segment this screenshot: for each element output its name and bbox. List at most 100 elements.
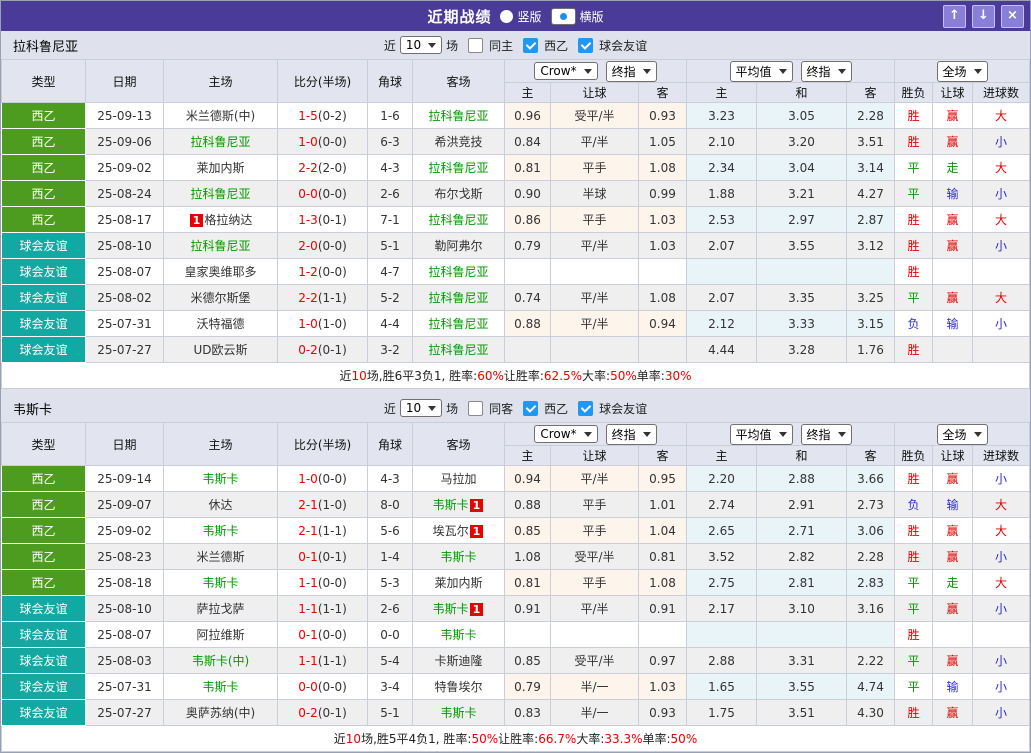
corner-cell: 1-4 [367, 543, 413, 570]
match-type-badge: 西乙 [1, 102, 86, 129]
period-select[interactable]: 全场 [936, 60, 988, 82]
avg-group-header: 平均值 终指 [685, 59, 896, 83]
match-count-select[interactable]: 10 [399, 36, 443, 54]
odds-cell: 平手 [550, 517, 639, 544]
result-cell: 赢 [932, 543, 974, 570]
score-cell: 1-1(1-1) [277, 647, 368, 674]
match-type-badge: 西乙 [1, 154, 86, 181]
result-cell: 胜 [894, 517, 934, 544]
corner-cell: 5-1 [367, 699, 413, 726]
score-cell: 1-1(0-0) [277, 569, 368, 596]
layout-horizontal-option[interactable]: 横版 [550, 7, 604, 25]
filter-controls: 近 10 场 同客 西乙 球会友谊 [384, 399, 647, 417]
odds-cell: 平/半 [550, 128, 639, 155]
home-team-name: 韦斯卡 [202, 680, 239, 694]
avg-odds-cell: 2.28 [845, 102, 896, 129]
team-name: 拉科鲁尼亚 [13, 39, 79, 55]
match-row: 西乙 25-08-18 韦斯卡 1-1(0-0) 5-3 莱加内斯 0.81 平手 1.08 2.… [1, 569, 1030, 596]
checkbox-label: 球会友谊 [599, 401, 648, 416]
away-team-cell: 韦斯卡 [412, 543, 505, 570]
odds-stage-value: 终指 [611, 64, 636, 79]
avg-odds-cell [845, 258, 896, 285]
home-team-cell: 韦斯卡 [163, 569, 278, 596]
match-count-value: 10 [405, 401, 422, 415]
halftime-score: (0-2) [317, 108, 347, 123]
odds-cell: 0.83 [504, 699, 551, 726]
fulltime-score: 2-2 [298, 290, 318, 305]
col-type: 类型 [1, 422, 86, 466]
odds-cell: 0.79 [504, 232, 551, 259]
odds-stage-select[interactable]: 终指 [605, 60, 657, 82]
sub-avg-away: 客 [845, 445, 896, 466]
away-team-cell: 布尔戈斯 [412, 180, 505, 207]
checkbox-league[interactable] [523, 400, 539, 416]
avg-stage-select[interactable]: 终指 [800, 423, 852, 445]
odds-cell: 0.74 [504, 284, 551, 311]
summary-segment: 66.7% [538, 731, 577, 746]
checkbox-same-away[interactable] [468, 400, 484, 416]
filter-controls: 近 10 场 同主 西乙 球会友谊 [384, 36, 647, 54]
odds-cell: 半/一 [550, 699, 639, 726]
avg-odds-cell: 2.65 [686, 517, 757, 544]
corner-cell: 3-2 [367, 336, 413, 363]
bookmaker-select[interactable]: Crow* [534, 425, 598, 443]
fulltime-score: 1-5 [298, 108, 318, 123]
avg-odds-cell [845, 621, 896, 648]
corner-cell: 0-0 [367, 621, 413, 648]
away-team-cell: 马拉加 [412, 465, 505, 492]
result-cell: 大 [972, 154, 1030, 181]
checkbox-friendly[interactable] [578, 37, 594, 53]
up-arrow-icon[interactable]: ↑ [943, 5, 966, 28]
sub-home-odds: 主 [504, 82, 551, 103]
close-icon[interactable]: × [1001, 5, 1024, 28]
odds-cell: 0.90 [504, 180, 551, 207]
match-type-badge: 球会友谊 [1, 673, 86, 700]
fulltime-score: 1-3 [298, 212, 318, 227]
home-team-name: 皇家奥维耶多 [184, 265, 257, 279]
match-date: 25-08-02 [85, 284, 164, 311]
checkbox-label: 西乙 [544, 38, 569, 53]
down-arrow-icon[interactable]: ↓ [972, 5, 995, 28]
period-value: 全场 [942, 64, 967, 79]
odds-cell: 1.01 [638, 491, 687, 518]
layout-vertical-option[interactable]: 竖版 [500, 8, 542, 25]
average-select[interactable]: 平均值 [729, 423, 793, 445]
fulltime-score: 2-1 [298, 497, 318, 512]
match-count-select[interactable]: 10 [399, 399, 443, 417]
fulltime-score: 0-2 [298, 342, 318, 357]
odds-cell: 0.88 [504, 310, 551, 337]
away-team-cell: 韦斯卡 1 [412, 491, 505, 518]
period-select[interactable]: 全场 [936, 423, 988, 445]
avg-stage-select[interactable]: 终指 [800, 60, 852, 82]
summary-segment: 场,胜6平3负1, 胜率: [366, 369, 478, 383]
average-select[interactable]: 平均值 [729, 60, 793, 82]
radio-unselected-icon[interactable] [500, 9, 514, 23]
chevron-down-icon [428, 405, 437, 411]
odds-stage-select[interactable]: 终指 [605, 423, 657, 445]
sub-avg-home: 主 [686, 445, 757, 466]
odds-cell [638, 258, 687, 285]
match-row: 球会友谊 25-08-10 萨拉戈萨 1-1(1-1) 2-6 韦斯卡 1 0.91 平/半 0.… [1, 595, 1030, 622]
away-team-name: 希洪竞技 [434, 135, 483, 149]
section-summary: 近 10 场,胜5平4负1, 胜率: 50% 让胜率: 66.7% 大率: 33.3% 单… [1, 726, 1030, 752]
checkbox-league[interactable] [523, 37, 539, 53]
checkbox-same-home[interactable] [468, 37, 484, 53]
radio-selected-icon[interactable] [550, 7, 576, 25]
avg-odds-cell: 2.83 [845, 569, 896, 596]
match-date: 25-09-06 [85, 128, 164, 155]
corner-cell: 5-6 [367, 517, 413, 544]
match-type-badge: 球会友谊 [1, 258, 86, 285]
col-date: 日期 [85, 59, 164, 103]
result-cell [972, 258, 1030, 285]
avg-odds-cell: 1.76 [845, 336, 896, 363]
bookmaker-value: Crow* [540, 64, 577, 78]
red-card-badge: 1 [469, 499, 484, 512]
avg-odds-cell: 2.97 [756, 206, 847, 233]
checkbox-friendly[interactable] [578, 400, 594, 416]
sub-avg-home: 主 [686, 82, 757, 103]
result-cell [972, 336, 1030, 363]
home-team-name: 格拉纳达 [204, 213, 253, 227]
bookmaker-select[interactable]: Crow* [534, 62, 598, 80]
result-cell: 小 [972, 673, 1030, 700]
result-cell: 输 [932, 310, 974, 337]
